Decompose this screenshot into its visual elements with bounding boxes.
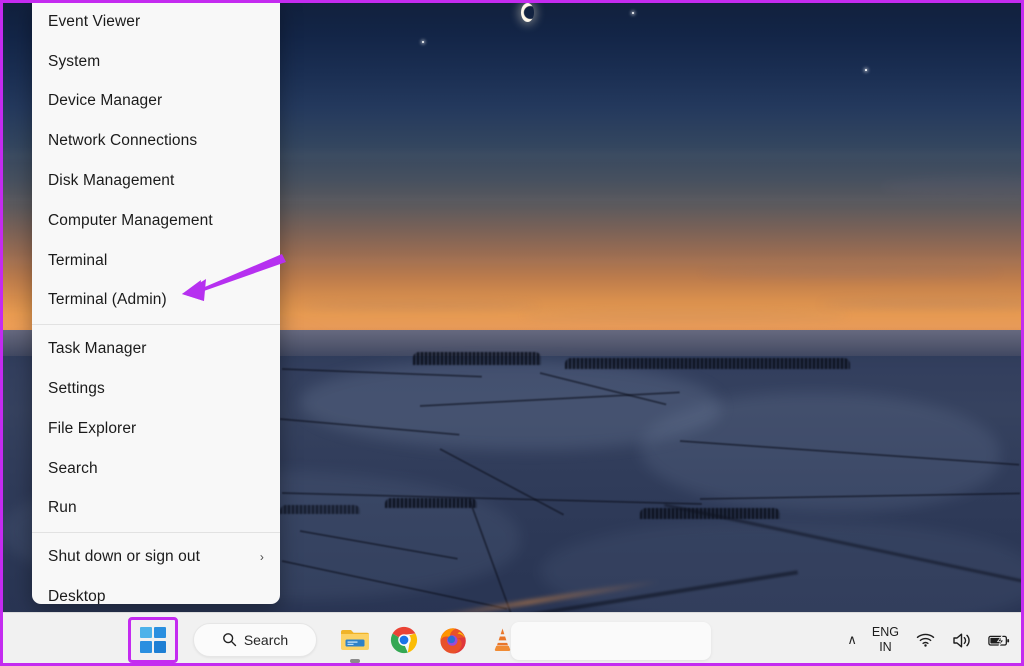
menu-item-label: Device Manager: [48, 92, 266, 110]
taskbar-app-icons: [339, 624, 518, 656]
menu-item-label: Run: [48, 499, 266, 517]
language-indicator[interactable]: ENG IN: [872, 625, 899, 656]
system-tray[interactable]: ∧ ENG IN: [847, 613, 1010, 666]
menu-item-label: Terminal: [48, 252, 266, 270]
firefox-icon: [439, 626, 467, 654]
cloud-streak: [520, 312, 850, 319]
menu-item-shut-down-or-sign-out[interactable]: Shut down or sign out ›: [32, 537, 280, 577]
battery-charging-icon: [988, 633, 1010, 648]
taskbar-search-button[interactable]: Search: [193, 623, 317, 657]
speaker-icon: [952, 632, 972, 649]
taskbar[interactable]: Search: [0, 612, 1024, 666]
taskbar-search-label: Search: [244, 632, 288, 648]
star: [422, 41, 424, 43]
menu-item-label: System: [48, 53, 266, 71]
chrome-icon: [390, 626, 418, 654]
language-secondary: IN: [879, 640, 892, 655]
menu-item-disk-management[interactable]: Disk Management: [32, 161, 280, 201]
star: [632, 12, 634, 14]
start-button-highlight: [128, 617, 178, 663]
menu-item-label: File Explorer: [48, 420, 266, 438]
taskbar-widget-panel[interactable]: [511, 622, 711, 660]
show-hidden-icons-icon[interactable]: ∧: [847, 632, 857, 648]
start-button[interactable]: [140, 627, 166, 653]
taskbar-left-group: Search: [128, 617, 518, 663]
menu-item-run[interactable]: Run: [32, 489, 280, 529]
volume-icon-button[interactable]: [951, 629, 973, 651]
chevron-right-icon: ›: [260, 551, 264, 563]
tree-line: [385, 498, 477, 508]
windows-logo-pane: [140, 641, 152, 653]
tree-line: [565, 358, 850, 369]
windows-logo-pane: [140, 627, 152, 639]
menu-item-event-viewer[interactable]: Event Viewer: [32, 2, 280, 42]
battery-icon-button[interactable]: [988, 629, 1010, 651]
menu-item-search[interactable]: Search: [32, 449, 280, 489]
menu-item-label: Computer Management: [48, 212, 266, 230]
menu-item-label: Desktop: [48, 588, 266, 604]
menu-item-terminal[interactable]: Terminal: [32, 241, 280, 281]
star: [865, 69, 867, 71]
menu-item-label: Settings: [48, 380, 266, 398]
crescent-moon-icon: [521, 3, 534, 22]
menu-item-file-explorer[interactable]: File Explorer: [32, 409, 280, 449]
menu-item-device-manager[interactable]: Device Manager: [32, 82, 280, 122]
menu-item-system[interactable]: System: [32, 42, 280, 82]
windows-logo-pane: [154, 641, 166, 653]
menu-item-computer-management[interactable]: Computer Management: [32, 201, 280, 241]
tree-line: [413, 352, 541, 365]
file-explorer-icon: [340, 627, 370, 653]
menu-item-label: Network Connections: [48, 132, 266, 150]
menu-item-network-connections[interactable]: Network Connections: [32, 121, 280, 161]
menu-item-label: Task Manager: [48, 340, 266, 358]
language-primary: ENG: [872, 625, 899, 640]
menu-item-task-manager[interactable]: Task Manager: [32, 329, 280, 369]
windows-logo-pane: [154, 627, 166, 639]
menu-item-terminal-admin[interactable]: Terminal (Admin): [32, 281, 280, 321]
power-user-menu[interactable]: Event Viewer System Device Manager Netwo…: [32, 0, 280, 604]
menu-item-desktop[interactable]: Desktop: [32, 577, 280, 604]
taskbar-app-file-explorer[interactable]: [339, 624, 371, 656]
taskbar-app-mozilla-firefox[interactable]: [437, 624, 469, 656]
menu-item-label: Event Viewer: [48, 13, 266, 31]
menu-item-label: Search: [48, 460, 266, 478]
wifi-icon-button[interactable]: [914, 629, 936, 651]
screen: Event Viewer System Device Manager Netwo…: [0, 0, 1024, 666]
cloud-streak: [700, 268, 1000, 277]
taskbar-app-google-chrome[interactable]: [388, 624, 420, 656]
tree-line: [280, 505, 360, 514]
menu-divider: [32, 324, 280, 325]
menu-item-label: Shut down or sign out: [48, 548, 260, 566]
menu-item-label: Terminal (Admin): [48, 291, 266, 309]
search-icon: [222, 632, 237, 647]
menu-item-label: Disk Management: [48, 172, 266, 190]
wifi-icon: [916, 632, 935, 648]
menu-divider: [32, 532, 280, 533]
menu-item-settings[interactable]: Settings: [32, 369, 280, 409]
